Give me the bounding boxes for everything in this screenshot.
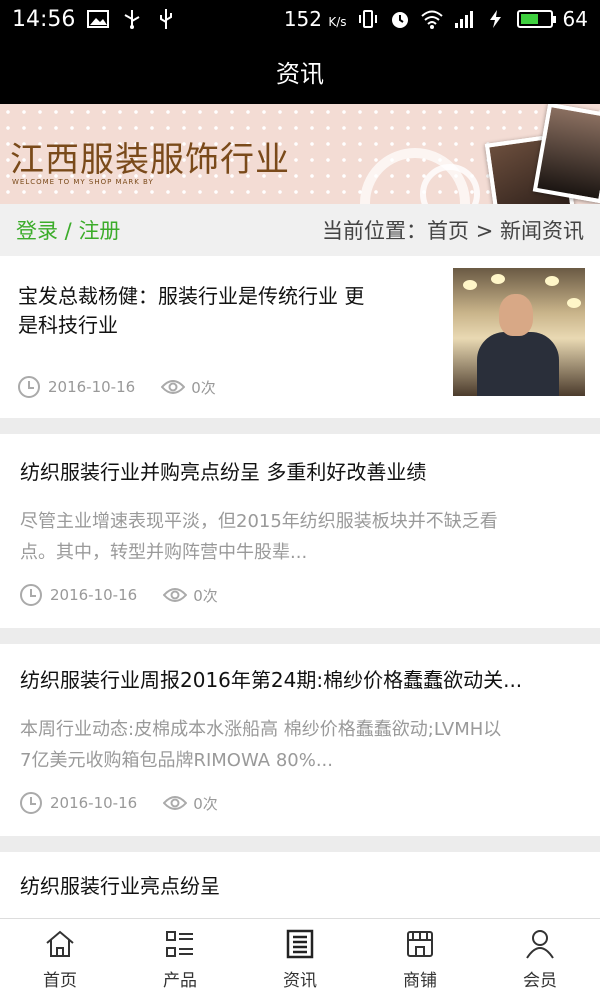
news-icon bbox=[286, 929, 314, 959]
tab-products[interactable]: 产品 bbox=[120, 919, 240, 1000]
news-summary: 本周行业动态:皮棉成本水涨船高 棉纱价格蠢蠢欲动;LVMH以 7亿美元收购箱包品… bbox=[20, 719, 502, 771]
list-icon bbox=[166, 931, 193, 957]
wifi-icon bbox=[420, 10, 443, 29]
login-link[interactable]: 登录 bbox=[16, 219, 58, 243]
user-icon bbox=[526, 930, 554, 959]
breadcrumb-home[interactable]: 首页 bbox=[427, 219, 469, 243]
eye-icon bbox=[163, 796, 188, 810]
news-title: 纺织服装行业亮点纷呈 bbox=[20, 874, 220, 898]
clock-icon bbox=[20, 792, 42, 814]
breadcrumb: 当前位置：首页 > 新闻资讯 bbox=[322, 215, 584, 245]
signal-icon bbox=[454, 11, 473, 28]
page-header: 资讯 bbox=[0, 38, 600, 104]
tab-shop[interactable]: 商铺 bbox=[360, 919, 480, 1000]
news-item[interactable]: 纺织服装行业周报2016年第24期:棉纱价格蠢蠢欲动关... 本周行业动态:皮棉… bbox=[0, 644, 600, 836]
tab-label: 会员 bbox=[523, 971, 557, 991]
battery-level: 64 bbox=[562, 7, 588, 31]
location-bar: 登录 / 注册 当前位置：首页 > 新闻资讯 bbox=[0, 204, 600, 256]
clock-icon bbox=[20, 584, 42, 606]
tab-news[interactable]: 资讯 bbox=[240, 919, 360, 1000]
clock-icon bbox=[18, 376, 40, 398]
eye-icon bbox=[163, 588, 188, 602]
shop-icon bbox=[407, 931, 433, 957]
status-time: 14:56 bbox=[12, 6, 76, 32]
image-icon bbox=[87, 10, 110, 28]
charging-icon bbox=[489, 10, 501, 28]
battery-icon bbox=[516, 10, 556, 28]
news-date: 2016-10-16 bbox=[50, 586, 138, 604]
home-icon bbox=[46, 930, 74, 957]
auth-links: 登录 / 注册 bbox=[16, 215, 120, 245]
news-date: 2016-10-16 bbox=[50, 794, 138, 812]
news-date: 2016-10-16 bbox=[48, 378, 136, 396]
news-item[interactable]: 纺织服装行业并购亮点纷呈 多重利好改善业绩 尽管主业增速表现平淡，但2015年纺… bbox=[0, 434, 600, 628]
news-views: 0次 bbox=[193, 586, 218, 605]
news-title: 纺织服装行业并购亮点纷呈 多重利好改善业绩 bbox=[20, 460, 427, 484]
alarm-icon bbox=[391, 12, 408, 28]
banner-photo bbox=[532, 104, 600, 204]
status-bar: 14:56 152 K/s 64 bbox=[0, 0, 600, 38]
news-meta: 2016-10-16 0次 bbox=[20, 584, 218, 606]
banner[interactable]: 江西服装服饰行业 WELCOME TO MY SHOP MARK BY bbox=[0, 104, 600, 204]
news-views: 0次 bbox=[191, 378, 216, 397]
news-summary: 尽管主业增速表现平淡，但2015年纺织服装板块并不缺乏看 点。其中，转型并购阵营… bbox=[20, 511, 498, 563]
usb-icon bbox=[160, 9, 173, 29]
news-item[interactable]: 纺织服装行业亮点纷呈 bbox=[0, 852, 600, 918]
vibrate-icon bbox=[358, 10, 377, 28]
tab-home[interactable]: 首页 bbox=[0, 919, 120, 1000]
banner-title: 江西服装服饰行业 bbox=[10, 140, 290, 180]
bottom-nav: 首页 产品 资讯 商铺 会员 bbox=[0, 918, 600, 1000]
usb-icon bbox=[124, 10, 140, 29]
banner-subtitle: WELCOME TO MY SHOP MARK BY bbox=[12, 178, 154, 186]
tab-member[interactable]: 会员 bbox=[480, 919, 600, 1000]
news-title: 宝发总裁杨健：服装行业是传统行业 更 是科技行业 bbox=[18, 284, 365, 337]
eye-icon bbox=[161, 380, 186, 394]
news-meta: 2016-10-16 0次 bbox=[20, 792, 218, 814]
tab-label: 商铺 bbox=[403, 971, 437, 991]
tab-label: 资讯 bbox=[283, 971, 317, 991]
page-title: 资讯 bbox=[276, 59, 324, 88]
breadcrumb-current: 新闻资讯 bbox=[500, 219, 584, 243]
news-item[interactable]: 宝发总裁杨健：服装行业是传统行业 更 是科技行业 2016-10-16 0次 bbox=[0, 256, 600, 418]
register-link[interactable]: 注册 bbox=[78, 219, 120, 243]
breadcrumb-prefix: 当前位置： bbox=[322, 219, 428, 243]
news-thumbnail bbox=[453, 268, 585, 396]
news-meta: 2016-10-16 0次 bbox=[18, 376, 216, 398]
news-title: 纺织服装行业周报2016年第24期:棉纱价格蠢蠢欲动关... bbox=[20, 668, 523, 692]
tab-label: 产品 bbox=[163, 971, 197, 991]
auth-separator: / bbox=[58, 219, 79, 243]
tab-label: 首页 bbox=[43, 971, 77, 991]
news-views: 0次 bbox=[193, 794, 218, 813]
network-speed: 152 K/s bbox=[283, 7, 347, 31]
breadcrumb-arrow: > bbox=[469, 219, 500, 243]
